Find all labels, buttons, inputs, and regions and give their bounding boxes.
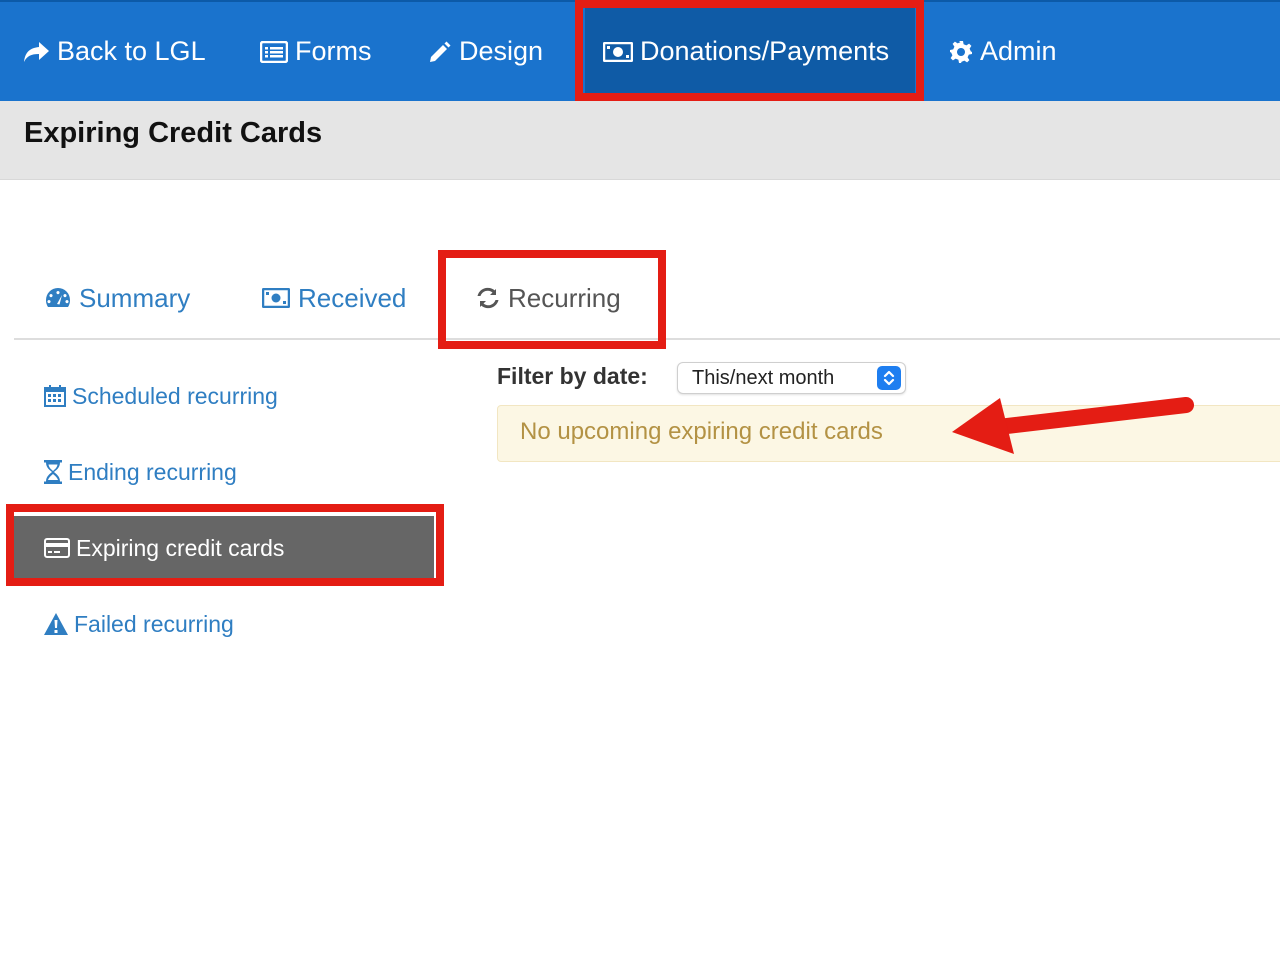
alert-message: No upcoming expiring credit cards (520, 418, 883, 445)
sidebar-item-label: Expiring credit cards (76, 534, 285, 561)
nav-design-label: Design (459, 36, 544, 66)
tabs-divider (14, 338, 1280, 340)
date-filter-select[interactable]: This/next month (677, 362, 906, 394)
sidebar-item-label: Scheduled recurring (72, 382, 278, 409)
nav-donations-label: Donations/Payments (640, 36, 890, 66)
nav-admin-label: Admin (980, 36, 1057, 66)
share-arrow-icon (24, 41, 49, 62)
gear-icon (950, 40, 972, 63)
tab-received-label: Received (298, 282, 407, 313)
title-bar: Expiring Credit Cards (0, 101, 1280, 180)
sidebar-item-label: Failed recurring (74, 610, 234, 637)
money-icon (603, 41, 633, 62)
filter-label: Filter by date: (497, 363, 648, 389)
empty-state-alert: No upcoming expiring credit cards (497, 405, 1280, 462)
sidebar-item-ending-recurring[interactable]: Ending recurring (14, 440, 434, 504)
tab-recurring-label: Recurring (508, 282, 621, 313)
credit-card-icon (44, 538, 70, 558)
list-icon (260, 40, 288, 63)
nav-forms-label: Forms (295, 36, 372, 66)
tab-received[interactable]: Received (262, 258, 406, 338)
page-title: Expiring Credit Cards (24, 117, 323, 149)
calendar-icon (44, 385, 66, 407)
nav-design[interactable]: Design (428, 2, 543, 101)
nav-back-to-lgl[interactable]: Back to LGL (22, 2, 206, 101)
tab-summary-label: Summary (79, 282, 191, 313)
tab-summary[interactable]: Summary (45, 258, 190, 338)
nav-back-label: Back to LGL (57, 36, 206, 66)
sidebar-item-scheduled-recurring[interactable]: Scheduled recurring (14, 364, 434, 428)
warning-icon (44, 613, 68, 635)
top-nav: Back to LGL Forms Design Donations/Payme… (0, 0, 1280, 101)
hourglass-icon (44, 460, 62, 484)
pencil-icon (430, 41, 451, 62)
date-filter-value: This/next month (692, 367, 835, 389)
nav-donations-payments[interactable]: Donations/Payments (585, 2, 915, 101)
dashboard-icon (45, 288, 71, 307)
nav-forms[interactable]: Forms (260, 2, 372, 101)
chevron-up-down-icon (877, 366, 901, 390)
nav-admin[interactable]: Admin (949, 2, 1057, 101)
money-icon (262, 288, 290, 308)
tab-recurring[interactable]: Recurring (446, 258, 658, 338)
sidebar-item-failed-recurring[interactable]: Failed recurring (14, 592, 434, 656)
refresh-icon (477, 287, 499, 309)
sidebar-item-expiring-credit-cards[interactable]: Expiring credit cards (14, 516, 434, 580)
sidebar-item-label: Ending recurring (68, 458, 237, 485)
